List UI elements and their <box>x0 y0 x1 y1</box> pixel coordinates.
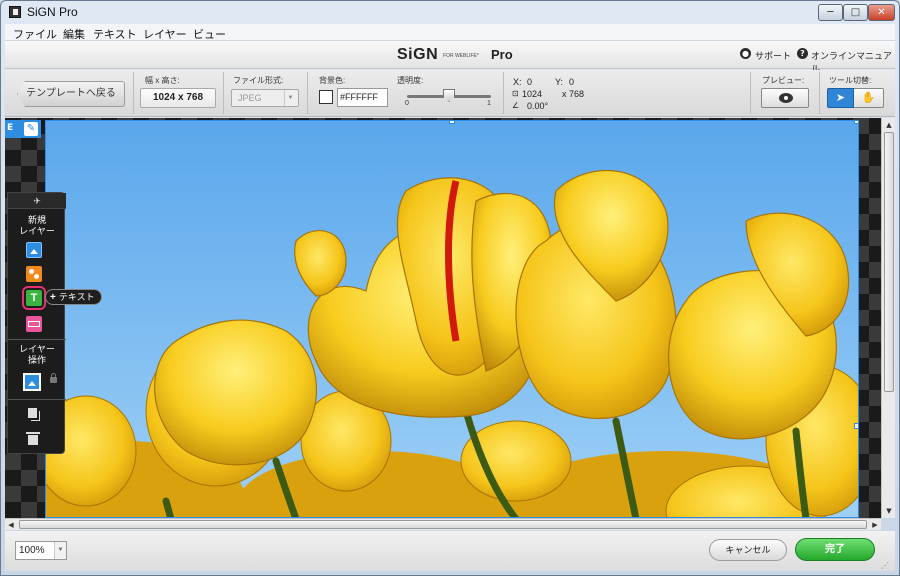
file-format-label: ファイル形式: <box>233 76 284 85</box>
preview-label: プレビュー: <box>762 76 805 85</box>
canvas-workspace[interactable] <box>5 118 881 518</box>
edit-tab[interactable]: E ✎ <box>5 120 41 138</box>
background-color-label: 背景色: <box>319 76 346 85</box>
toolbar-divider <box>307 72 308 114</box>
tooltip: + テキスト <box>45 289 102 305</box>
tooltip-text: テキスト <box>58 292 95 302</box>
y-value: 0 <box>569 77 575 87</box>
window-title: SiGN Pro <box>27 5 78 19</box>
plus-icon: + <box>50 292 56 303</box>
logo: SiGN <box>397 46 439 63</box>
toolbar-divider <box>223 72 224 114</box>
scroll-left-icon[interactable]: ◀ <box>5 519 17 531</box>
new-shape-layer-button[interactable] <box>26 266 42 282</box>
layer-thumbnail[interactable] <box>23 373 41 391</box>
logo-subtitle: FOR WEBLIFE* <box>443 53 479 59</box>
new-text-layer-button[interactable]: T <box>22 286 46 310</box>
copy-icon[interactable] <box>28 408 37 418</box>
opacity-slider-thumb[interactable] <box>443 89 455 102</box>
opacity-max: 1 <box>487 100 491 107</box>
menu-edit[interactable]: 編集 <box>63 26 85 42</box>
design-canvas[interactable] <box>45 120 859 518</box>
background-color-swatch[interactable] <box>319 90 333 104</box>
toolbar-divider <box>819 72 820 114</box>
y-label: Y: <box>555 77 564 87</box>
vertical-scroll-thumb[interactable] <box>884 132 894 392</box>
background-color-input[interactable]: #FFFFFF <box>337 88 388 107</box>
x-label: X: <box>513 77 522 87</box>
layer-panel: ✈ 新規 レイヤー T レイヤー 操作 <box>7 192 66 454</box>
app-window: SiGN Pro ─ □ ✕ ファイル 編集 テキスト レイヤー ビュー SiG… <box>0 0 900 576</box>
app-icon <box>9 6 21 18</box>
canvas-photo <box>46 121 858 517</box>
angle-icon: ∠ <box>512 101 520 110</box>
vertical-scrollbar[interactable]: ▲ ▼ <box>881 118 895 518</box>
new-image-layer-button[interactable] <box>26 242 42 258</box>
support-link[interactable]: サポート <box>755 49 791 62</box>
bottom-bar: 100% キャンセル 完了 <box>5 531 895 571</box>
menu-file[interactable]: ファイル <box>13 26 57 42</box>
opacity-min: 0 <box>405 100 409 107</box>
layer-operations-label: レイヤー 操作 <box>19 344 55 365</box>
trash-icon[interactable] <box>26 432 40 445</box>
size-value: 1024 x 768 <box>140 88 216 108</box>
horizontal-scroll-thumb[interactable] <box>19 520 867 529</box>
height-value: x 768 <box>562 89 585 99</box>
cancel-button[interactable]: キャンセル <box>709 539 787 561</box>
x-value: 0 <box>527 77 533 87</box>
resize-handle[interactable] <box>854 423 858 429</box>
scroll-right-icon[interactable]: ▶ <box>869 519 881 531</box>
scroll-down-icon[interactable]: ▼ <box>882 504 896 518</box>
maximize-button[interactable]: □ <box>843 4 868 21</box>
opacity-label: 透明度: <box>397 76 424 85</box>
horizontal-scrollbar[interactable]: ◀ ▶ <box>5 518 881 530</box>
title-bar: SiGN Pro ─ □ ✕ <box>1 1 899 23</box>
tool-switch-label: ツール切替: <box>829 76 872 85</box>
menu-bar: ファイル 編集 テキスト レイヤー ビュー <box>5 24 895 41</box>
brand-header: SiGN FOR WEBLIFE* Pro ● サポート ? オンラインマニュア… <box>5 41 895 74</box>
lock-icon[interactable] <box>50 373 57 383</box>
toolbar-divider <box>750 72 751 114</box>
scroll-up-icon[interactable]: ▲ <box>882 118 896 132</box>
logo-pro: Pro <box>491 47 513 62</box>
person-icon: ● <box>740 48 751 59</box>
size-label: 幅 x 高さ: <box>145 76 180 85</box>
back-to-template-button[interactable]: テンプレートへ戻る <box>17 81 125 107</box>
hand-icon[interactable]: ✋ <box>854 88 884 108</box>
minimize-button[interactable]: ─ <box>818 4 843 21</box>
close-button[interactable]: ✕ <box>868 4 895 21</box>
pencil-icon[interactable]: ✎ <box>24 122 38 136</box>
preview-button[interactable] <box>761 88 809 108</box>
width-value: 1024 <box>522 89 543 99</box>
new-ribbon-layer-button[interactable] <box>26 316 42 332</box>
menu-layer[interactable]: レイヤー <box>143 26 187 42</box>
toolbar: テンプレートへ戻る 幅 x 高さ: 1024 x 768 ファイル形式: JPE… <box>5 70 895 117</box>
toolbar-divider <box>503 72 504 114</box>
new-layer-label: 新規 レイヤー <box>19 215 55 236</box>
panel-divider <box>8 339 66 340</box>
panel-divider <box>8 399 66 400</box>
resize-grip-icon[interactable]: ⋰ <box>881 561 893 573</box>
cursor-icon[interactable]: ➤ <box>827 88 854 108</box>
done-button[interactable]: 完了 <box>795 538 875 561</box>
menu-text[interactable]: テキスト <box>93 26 137 42</box>
resize-handle[interactable] <box>449 121 455 124</box>
pin-icon[interactable]: ✈ <box>8 193 66 209</box>
menu-view[interactable]: ビュー <box>193 26 226 42</box>
size-icon: ⊡ <box>512 89 519 98</box>
resize-handle[interactable] <box>854 121 858 124</box>
angle-value: 0.00° <box>527 101 549 111</box>
file-format-select[interactable]: JPEG <box>231 89 299 107</box>
eye-icon <box>779 93 793 103</box>
question-icon: ? <box>797 48 808 59</box>
toolbar-divider <box>133 72 134 114</box>
edit-tab-label: E <box>7 123 14 133</box>
zoom-select[interactable]: 100% <box>15 541 67 560</box>
